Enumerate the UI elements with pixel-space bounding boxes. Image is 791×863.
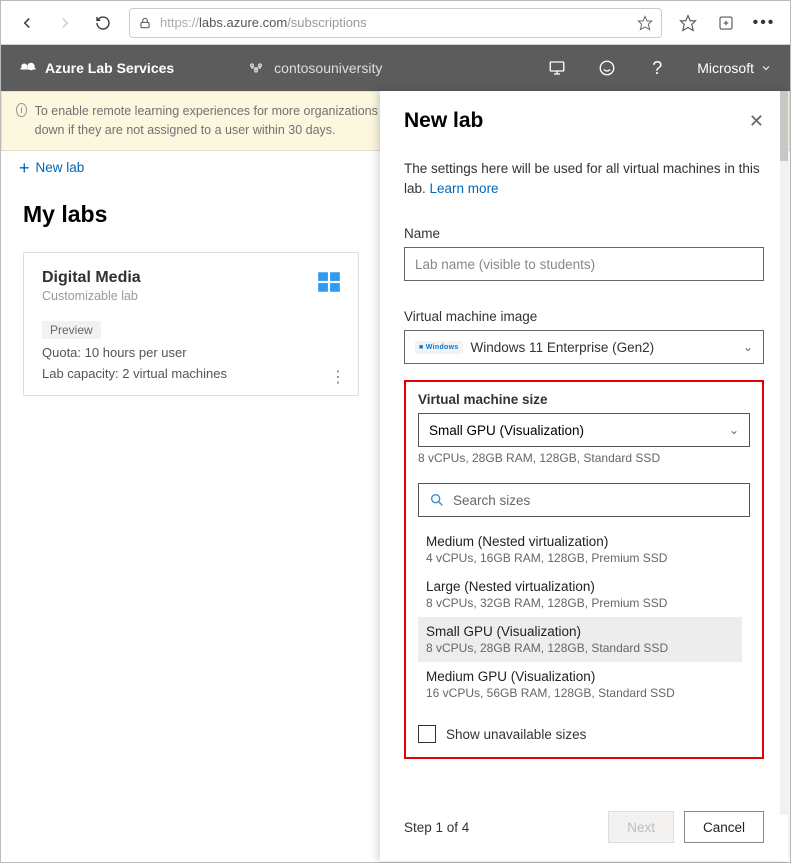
close-icon[interactable]: ✕ [749,111,764,132]
lab-capacity: Lab capacity: 2 virtual machines [42,366,340,381]
option-title: Large (Nested virtualization) [426,579,734,594]
app-header: Azure Lab Services contosouniversity ? M… [1,45,790,91]
name-label: Name [404,226,764,241]
lab-name-input[interactable]: Lab name (visible to students) [404,247,764,281]
collections-icon[interactable] [708,5,744,41]
option-title: Medium GPU (Visualization) [426,669,734,684]
plus-icon: + [19,159,30,177]
brand[interactable]: Azure Lab Services [19,59,174,77]
lab-card-title: Digital Media [42,269,340,287]
favorites-icon[interactable] [670,5,706,41]
vm-image-label: Virtual machine image [404,309,764,324]
step-indicator: Step 1 of 4 [404,820,598,835]
lab-card-subtitle: Customizable lab [42,289,340,303]
size-option[interactable]: Small GPU (Visualization) 8 vCPUs, 28GB R… [418,617,742,662]
size-option[interactable]: Medium GPU (Visualization) 16 vCPUs, 56GB… [418,662,742,707]
azure-icon [19,59,37,77]
panel-title: New lab [404,109,483,133]
chevron-down-icon: ⌄ [743,340,753,354]
url-text: https://labs.azure.com/subscriptions [160,15,629,30]
lab-quota: Quota: 10 hours per user [42,345,340,360]
size-options-list: Medium (Nested virtualization) 4 vCPUs, 1… [418,527,750,707]
size-option[interactable]: Medium (Nested virtualization) 4 vCPUs, 1… [418,527,742,572]
windows-badge-icon: ■ Windows [415,341,463,354]
org-icon [248,60,264,76]
vm-size-section: Virtual machine size Small GPU (Visualiz… [404,380,764,759]
monitor-icon[interactable] [539,59,575,77]
vm-image-select[interactable]: ■ Windows Windows 11 Enterprise (Gen2) ⌄ [404,330,764,364]
help-icon[interactable]: ? [639,58,675,79]
vm-size-select[interactable]: Small GPU (Visualization) ⌄ [418,413,750,447]
show-unavailable-toggle[interactable]: Show unavailable sizes [418,725,750,743]
lab-card[interactable]: Digital Media Customizable lab Preview Q… [23,252,359,396]
option-detail: 16 vCPUs, 56GB RAM, 128GB, Standard SSD [426,686,734,700]
feedback-icon[interactable] [589,59,625,77]
option-title: Small GPU (Visualization) [426,624,734,639]
vm-size-detail: 8 vCPUs, 28GB RAM, 128GB, Standard SSD [418,451,750,465]
checkbox-icon[interactable] [418,725,436,743]
account-menu[interactable]: Microsoft [697,60,772,76]
star-add-icon[interactable] [637,15,653,31]
windows-icon [316,269,342,295]
option-detail: 8 vCPUs, 32GB RAM, 128GB, Premium SSD [426,596,734,610]
more-icon[interactable]: ••• [746,5,782,41]
address-bar[interactable]: https://labs.azure.com/subscriptions [129,8,662,38]
new-lab-panel: New lab ✕ The settings here will be used… [380,91,788,861]
option-detail: 8 vCPUs, 28GB RAM, 128GB, Standard SSD [426,641,734,655]
list-scrollbar-track[interactable] [742,527,750,707]
lock-icon [138,16,152,30]
forward-button[interactable] [47,5,83,41]
panel-description: The settings here will be used for all v… [404,159,764,198]
panel-footer: Step 1 of 4 Next Cancel [380,796,788,861]
back-button[interactable] [9,5,45,41]
browser-chrome: https://labs.azure.com/subscriptions ••• [1,1,790,45]
search-icon [429,492,445,508]
lab-more-icon[interactable]: ⋮ [330,367,346,387]
chevron-down-icon [760,62,772,74]
refresh-button[interactable] [85,5,121,41]
vm-size-label: Virtual machine size [418,392,750,407]
info-icon: i [16,103,27,117]
size-option[interactable]: Large (Nested virtualization) 8 vCPUs, 32… [418,572,742,617]
preview-badge: Preview [42,321,101,339]
option-detail: 4 vCPUs, 16GB RAM, 128GB, Premium SSD [426,551,734,565]
size-search-input[interactable]: Search sizes [418,483,750,517]
chevron-down-icon: ⌄ [729,423,739,437]
next-button[interactable]: Next [608,811,674,843]
cancel-button[interactable]: Cancel [684,811,764,843]
learn-more-link[interactable]: Learn more [430,181,499,196]
tenant-switcher[interactable]: contosouniversity [248,60,382,76]
option-title: Medium (Nested virtualization) [426,534,734,549]
list-scrollbar-thumb[interactable] [742,537,750,707]
